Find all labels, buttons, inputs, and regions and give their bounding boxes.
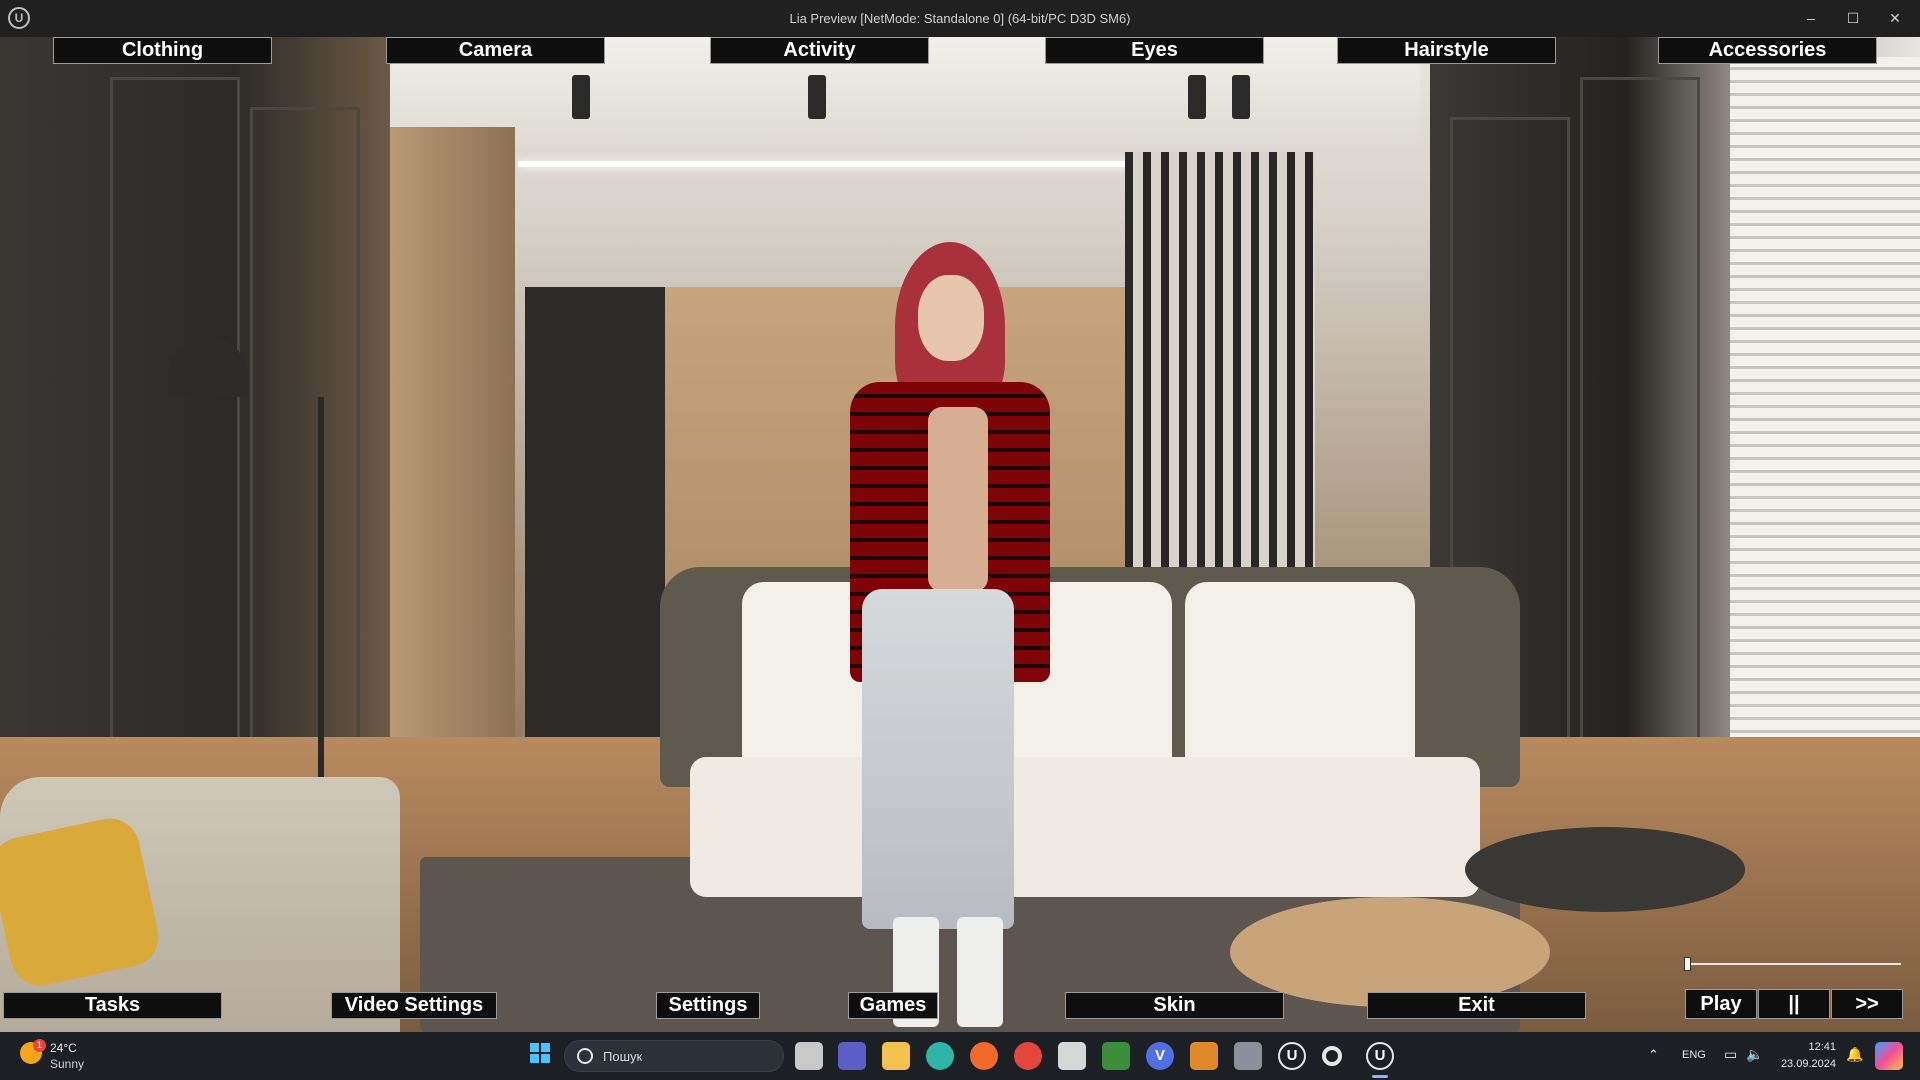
clock-time[interactable]: 12:41 xyxy=(1776,1041,1836,1053)
side-table xyxy=(1465,827,1745,912)
weather-temperature[interactable]: 24°C xyxy=(50,1041,77,1055)
tasks-button[interactable]: Tasks xyxy=(3,992,222,1019)
copilot-icon[interactable] xyxy=(1875,1042,1903,1070)
obs-record-icon[interactable] xyxy=(1322,1046,1342,1066)
skin-button[interactable]: Skin xyxy=(1065,992,1284,1019)
window-titlebar: U Lia Preview [NetMode: Standalone 0] (6… xyxy=(0,0,1920,37)
kitchen-cabinet xyxy=(525,287,665,737)
video-settings-button[interactable]: Video Settings xyxy=(331,992,497,1019)
calculator-icon[interactable] xyxy=(1234,1042,1262,1070)
fast-forward-button[interactable]: >> xyxy=(1831,989,1903,1019)
slatted-partition xyxy=(1125,152,1315,632)
maximize-button[interactable]: ☐ xyxy=(1832,0,1874,37)
show-hidden-icons-chevron-icon[interactable]: ⌃ xyxy=(1648,1047,1659,1063)
game-viewport[interactable] xyxy=(0,37,1920,1032)
language-indicator[interactable]: ENG xyxy=(1682,1049,1706,1061)
play-button[interactable]: Play xyxy=(1685,989,1757,1019)
sofa-seat xyxy=(690,757,1480,897)
unreal-engine-icon[interactable]: U xyxy=(1278,1042,1306,1070)
search-icon xyxy=(577,1048,593,1064)
accessories-button[interactable]: Accessories xyxy=(1658,37,1877,64)
activity-button[interactable]: Activity xyxy=(710,37,929,64)
network-icon[interactable]: ▭ xyxy=(1724,1046,1737,1063)
clock-date[interactable]: 23.09.2024 xyxy=(1776,1058,1836,1070)
camera-button[interactable]: Camera xyxy=(386,37,605,64)
exit-button[interactable]: Exit xyxy=(1367,992,1586,1019)
clothing-button[interactable]: Clothing xyxy=(53,37,272,64)
close-button[interactable]: ✕ xyxy=(1874,0,1916,37)
ceiling-spotlight xyxy=(808,75,826,119)
volume-icon[interactable]: 🔈 xyxy=(1746,1046,1763,1063)
teams-chat-icon[interactable] xyxy=(838,1042,866,1070)
pen-app-icon[interactable] xyxy=(1102,1042,1130,1070)
coffee-table xyxy=(1230,897,1550,1007)
playback-slider-track[interactable] xyxy=(1687,963,1901,965)
microsoft-store-icon[interactable] xyxy=(1058,1042,1086,1070)
edge-browser-icon[interactable] xyxy=(926,1042,954,1070)
weather-notification-badge: 1 xyxy=(33,1039,46,1052)
weather-condition[interactable]: Sunny xyxy=(50,1057,84,1071)
firefox-icon[interactable] xyxy=(970,1042,998,1070)
character-face xyxy=(918,275,984,361)
pause-button[interactable]: || xyxy=(1758,989,1830,1019)
floor-lamp-pole xyxy=(318,397,324,837)
unreal-editor-icon[interactable]: U xyxy=(1366,1042,1394,1070)
search-placeholder: Пошук xyxy=(603,1049,643,1064)
windows-start-icon[interactable] xyxy=(526,1042,554,1070)
playback-slider-thumb[interactable] xyxy=(1684,957,1691,971)
ceiling-spotlight xyxy=(1188,75,1206,119)
minimize-button[interactable]: – xyxy=(1790,0,1832,37)
wall-panel xyxy=(250,107,360,827)
ceiling-spotlight xyxy=(1232,75,1250,119)
ceiling-spotlight xyxy=(572,75,590,119)
settings-button[interactable]: Settings xyxy=(656,992,760,1019)
hairstyle-button[interactable]: Hairstyle xyxy=(1337,37,1556,64)
shield-app-icon[interactable] xyxy=(1190,1042,1218,1070)
notification-bell-icon[interactable]: 🔔 xyxy=(1846,1046,1863,1063)
window-title: Lia Preview [NetMode: Standalone 0] (64-… xyxy=(789,11,1131,26)
chrome-icon[interactable] xyxy=(1014,1042,1042,1070)
active-app-indicator xyxy=(1372,1075,1388,1078)
character-torso xyxy=(928,407,988,592)
task-view-icon[interactable] xyxy=(795,1042,823,1070)
windows-taskbar: 1 24°C Sunny Пошук V U U ⌃ ENG ▭ 🔈 12:41… xyxy=(0,1032,1920,1080)
file-explorer-icon[interactable] xyxy=(882,1042,910,1070)
taskbar-search-input[interactable]: Пошук xyxy=(564,1040,784,1072)
character-jeans xyxy=(862,589,1014,929)
character-sock xyxy=(957,917,1003,1027)
v-app-icon[interactable]: V xyxy=(1146,1042,1174,1070)
sofa-back-cushion xyxy=(1185,582,1415,782)
eyes-button[interactable]: Eyes xyxy=(1045,37,1264,64)
games-button[interactable]: Games xyxy=(848,992,938,1019)
